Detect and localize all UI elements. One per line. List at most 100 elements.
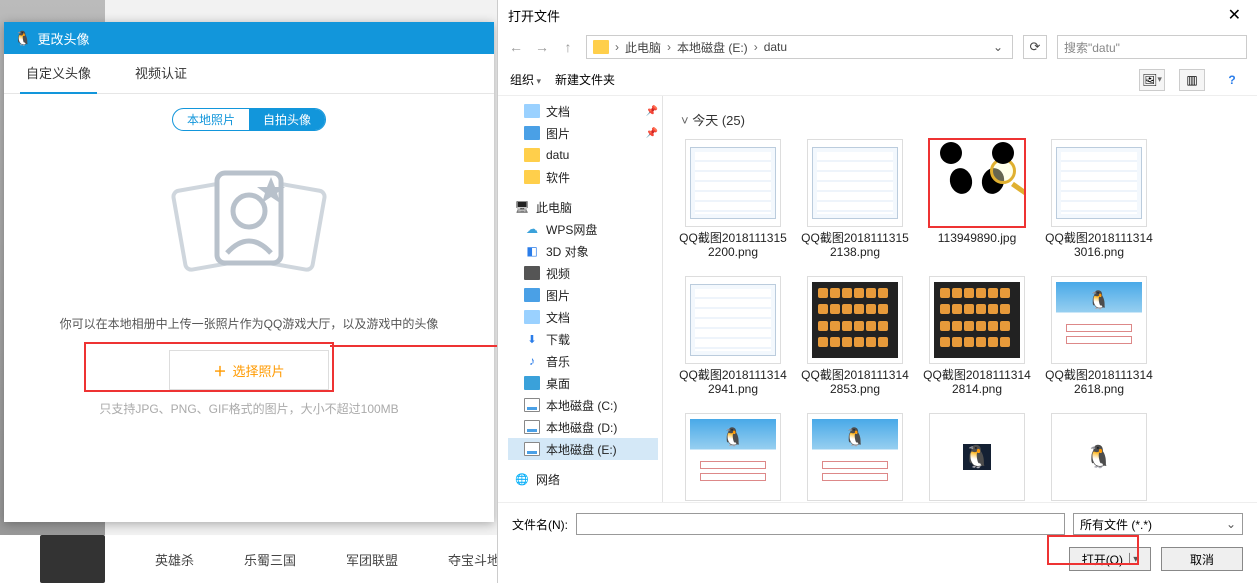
- tree-item[interactable]: 此电脑: [508, 196, 658, 218]
- file-item[interactable]: QQ截图20181113142814.png: [921, 276, 1033, 397]
- dialog-title: 更改头像: [37, 29, 89, 48]
- tree-item[interactable]: 音乐: [508, 350, 658, 372]
- file-thumbnail: [807, 276, 903, 364]
- folder-tree[interactable]: 文档📌图片📌datu软件此电脑WPS网盘3D 对象视频图片文档下载音乐桌面本地磁…: [498, 96, 663, 502]
- file-thumbnail: [1051, 276, 1147, 364]
- avatar-placeholder-icon: [4, 161, 494, 291]
- net-icon: [514, 472, 530, 486]
- pin-icon: 📌: [646, 106, 658, 117]
- doc-icon: [524, 104, 540, 118]
- breadcrumb[interactable]: 此电脑 本地磁盘 (E:) datu ⌄: [586, 35, 1013, 59]
- change-avatar-dialog: 🐧 更改头像 自定义头像 视频认证 本地照片 自拍头像 你可以在本地相册中上传一…: [4, 22, 494, 522]
- game-link[interactable]: 英雄杀: [155, 550, 194, 569]
- file-thumbnail: [807, 413, 903, 501]
- tree-item[interactable]: 本地磁盘 (D:): [508, 416, 658, 438]
- file-item[interactable]: QQ截图20181113142853.png: [799, 276, 911, 397]
- file-thumbnail: [685, 276, 781, 364]
- tree-item[interactable]: 本地磁盘 (C:): [508, 394, 658, 416]
- format-note: 只支持JPG、PNG、GIF格式的图片，大小不超过100MB: [4, 400, 494, 417]
- disk-icon: [524, 398, 540, 412]
- pill-local-photo[interactable]: 本地照片: [173, 109, 249, 130]
- file-thumbnail: 🐧: [929, 413, 1025, 501]
- filetype-dropdown[interactable]: 所有文件 (*.*): [1073, 513, 1243, 535]
- tree-item[interactable]: 本地磁盘 (E:): [508, 438, 658, 460]
- organize-menu[interactable]: 组织: [510, 71, 541, 88]
- tree-item[interactable]: 文档: [508, 306, 658, 328]
- doc-icon: [524, 310, 540, 324]
- open-file-dialog: 打开文件 ✕ ← → ↑ 此电脑 本地磁盘 (E:) datu ⌄ ⟳ 搜索"d…: [497, 0, 1257, 583]
- upload-hint: 你可以在本地相册中上传一张照片作为QQ游戏大厅，以及游戏中的头像: [4, 315, 494, 332]
- pc-icon: [514, 200, 530, 214]
- file-label: QQ截图20181113142814.png: [921, 368, 1033, 397]
- tab-video-auth[interactable]: 视频认证: [113, 54, 209, 93]
- open-button[interactable]: 打开(O): [1069, 547, 1151, 571]
- file-list[interactable]: 今天 (25) QQ截图20181113152200.png QQ截图201811…: [663, 96, 1257, 502]
- file-item[interactable]: QQ截图20181113143016.png: [1043, 139, 1155, 260]
- file-item[interactable]: QQ截图20181113142507.png: [677, 413, 789, 502]
- file-label: QQ截图20181113152138.png: [799, 231, 911, 260]
- cancel-button[interactable]: 取消: [1161, 547, 1243, 571]
- user-avatar[interactable]: [40, 535, 105, 583]
- disk-icon: [524, 442, 540, 456]
- tree-item[interactable]: datu: [508, 144, 658, 166]
- file-item[interactable]: QQ截图20181113142941.png: [677, 276, 789, 397]
- file-item[interactable]: QQ截图20181113142446.png: [799, 413, 911, 502]
- tree-item[interactable]: 图片📌: [508, 122, 658, 144]
- crumb-pc[interactable]: 此电脑: [625, 39, 661, 56]
- close-icon[interactable]: ✕: [1222, 5, 1247, 25]
- file-item[interactable]: QQ截图20181113152200.png: [677, 139, 789, 260]
- search-input[interactable]: 搜索"datu": [1057, 35, 1247, 59]
- tree-item[interactable]: 图片: [508, 284, 658, 306]
- file-thumbnail: [929, 276, 1025, 364]
- source-pill: 本地照片 自拍头像: [172, 108, 326, 131]
- file-label: QQ截图20181113142941.png: [677, 368, 789, 397]
- pill-selfie[interactable]: 自拍头像: [249, 109, 325, 130]
- wps-icon: [524, 222, 540, 236]
- view-mode-button[interactable]: 🖼: [1139, 69, 1165, 91]
- music-icon: [524, 354, 540, 368]
- tree-item[interactable]: 视频: [508, 262, 658, 284]
- file-item[interactable]: 🐧: [921, 413, 1033, 502]
- img-icon: [524, 126, 540, 140]
- file-item[interactable]: QQ截图20181113142618.png: [1043, 276, 1155, 397]
- vid-icon: [524, 266, 540, 280]
- preview-pane-button[interactable]: ▥: [1179, 69, 1205, 91]
- filename-input[interactable]: [576, 513, 1065, 535]
- new-folder-button[interactable]: 新建文件夹: [555, 71, 615, 88]
- tree-item[interactable]: 网络: [508, 468, 658, 490]
- tree-item[interactable]: 文档📌: [508, 100, 658, 122]
- pin-icon: 📌: [646, 128, 658, 139]
- img-icon: [524, 288, 540, 302]
- nav-up-icon[interactable]: ↑: [560, 39, 576, 55]
- tree-item[interactable]: 下载: [508, 328, 658, 350]
- game-link[interactable]: 乐蜀三国: [244, 550, 296, 569]
- tree-item[interactable]: WPS网盘: [508, 218, 658, 240]
- game-link[interactable]: 夺宝斗地: [448, 550, 500, 569]
- nav-back-icon[interactable]: ←: [508, 39, 524, 55]
- tree-item[interactable]: 软件: [508, 166, 658, 188]
- penguin-icon: 🐧: [14, 30, 31, 47]
- file-label: 113949890.jpg: [938, 231, 1017, 245]
- file-item[interactable]: 113949890.jpg: [921, 139, 1033, 260]
- file-label: QQ截图20181113152200.png: [677, 231, 789, 260]
- select-photo-button[interactable]: ＋ 选择照片: [169, 350, 329, 390]
- 3d-icon: [524, 244, 540, 258]
- file-item[interactable]: 🐧: [1043, 413, 1155, 502]
- help-button[interactable]: ?: [1219, 69, 1245, 91]
- tab-custom-avatar[interactable]: 自定义头像: [4, 54, 113, 93]
- file-thumbnail: [1051, 139, 1147, 227]
- chevron-down-icon[interactable]: ⌄: [990, 40, 1006, 54]
- file-item[interactable]: QQ截图20181113152138.png: [799, 139, 911, 260]
- tree-item[interactable]: 3D 对象: [508, 240, 658, 262]
- filename-label: 文件名(N):: [512, 516, 568, 533]
- file-thumbnail: [929, 139, 1025, 227]
- crumb-folder[interactable]: datu: [764, 40, 787, 54]
- refresh-button[interactable]: ⟳: [1023, 35, 1047, 59]
- crumb-disk[interactable]: 本地磁盘 (E:): [677, 39, 748, 56]
- dialog-titlebar[interactable]: 🐧 更改头像: [4, 22, 494, 54]
- group-header[interactable]: 今天 (25): [681, 110, 1243, 129]
- tree-item[interactable]: 桌面: [508, 372, 658, 394]
- game-link[interactable]: 军团联盟: [346, 550, 398, 569]
- folder-icon: [524, 148, 540, 162]
- file-thumbnail: [685, 413, 781, 501]
